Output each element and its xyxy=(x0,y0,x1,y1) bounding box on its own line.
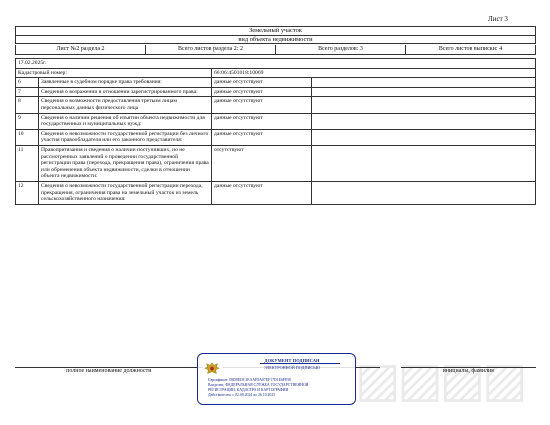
sheet-number: Лист 3 xyxy=(488,15,508,23)
row-label: Сведения о возражении в отношении зареги… xyxy=(38,86,212,98)
total-sheets-extract: Всего листов выписки: 4 xyxy=(405,45,536,55)
row-empty xyxy=(311,144,536,182)
row-value: данные отсутствуют xyxy=(211,77,312,88)
row-label: Сведения о невозможности государственной… xyxy=(38,180,212,205)
table-row: 12 Сведения о невозможности государствен… xyxy=(15,180,536,205)
object-header: Земельный участок вид объекта недвижимос… xyxy=(15,26,536,45)
row-number: 12 xyxy=(15,180,39,205)
object-type-title: Земельный участок xyxy=(15,26,536,36)
row-label: Заявленные в судебном порядке права треб… xyxy=(38,77,212,88)
sheet-section: Лист №2 раздела 2 xyxy=(15,45,146,55)
row-number: 8 xyxy=(15,96,39,114)
position-label: полное наименование должности xyxy=(66,368,152,374)
name-label: инициалы, фамилия xyxy=(442,368,494,374)
position-line xyxy=(15,357,203,368)
row-empty xyxy=(311,112,536,130)
cadastral-label: Кадастровый номер: xyxy=(15,67,212,79)
row-empty xyxy=(311,128,536,146)
row-empty xyxy=(311,180,536,205)
eagle-emblem-icon xyxy=(204,362,220,374)
row-empty xyxy=(311,86,536,98)
row-number: 9 xyxy=(15,112,39,130)
row-value: данные отсутствуют xyxy=(211,128,312,146)
row-number: 11 xyxy=(15,144,39,182)
row-number: 10 xyxy=(15,128,39,146)
row-number: 6 xyxy=(15,77,39,88)
row-label: Правопритязания и сведения о наличии пос… xyxy=(38,144,212,182)
stamp-details: Сертификат: 00D9EDC1EAAE9A07EF17D1E6FE90… xyxy=(208,378,353,398)
row-value: данные отсутствуют xyxy=(211,180,312,205)
table-row: 8 Сведения о возможности предоставления … xyxy=(15,96,536,114)
stamp-validity: Действителен: с 02.08.2024 по 26.10.2025 xyxy=(208,393,276,397)
name-line xyxy=(400,357,536,368)
total-sheets-section: Всего листов раздела 2: 2 xyxy=(145,45,276,55)
cadastral-number: 66:06:4501018:10069 xyxy=(211,67,536,79)
row-empty xyxy=(311,96,536,114)
table-row: 9 Сведения о наличии решения об изъятии … xyxy=(15,112,536,130)
table-row: 6 Заявленные в судебном порядке права тр… xyxy=(15,77,536,88)
row-value: данные отсутствуют xyxy=(211,96,312,114)
table-row: 7 Сведения о возражении в отношении заре… xyxy=(15,86,536,98)
extract-date: 17.02.2025г. xyxy=(15,58,536,69)
total-sections: Всего разделов: 3 xyxy=(275,45,406,55)
table-row: 10 Сведения о невозможности государствен… xyxy=(15,128,536,146)
table-row: 11 Правопритязания и сведения о наличии … xyxy=(15,144,536,182)
row-label: Сведения о невозможности государственной… xyxy=(38,128,212,146)
row-number: 7 xyxy=(15,86,39,98)
row-value: данные отсутствуют xyxy=(211,112,312,130)
object-type-subtitle: вид объекта недвижимости xyxy=(15,34,536,45)
rights-table: 17.02.2025г. Кадастровый номер: 66:06:45… xyxy=(15,58,536,205)
row-label: Сведения о возможности предоставления тр… xyxy=(38,96,212,114)
row-label: Сведения о наличии решения об изъятии об… xyxy=(38,112,212,130)
stamp-subtitle: ЭЛЕКТРОННОЙ ПОДПИСЬЮ xyxy=(263,365,321,370)
row-value: отсутствуют xyxy=(211,144,312,182)
row-value: данные отсутствуют xyxy=(211,86,312,98)
row-empty xyxy=(311,77,536,88)
e-signature-stamp: ДОКУМЕНТ ПОДПИСАН ЭЛЕКТРОННОЙ ПОДПИСЬЮ С… xyxy=(197,353,356,405)
sheet-info-row: Лист №2 раздела 2 Всего листов раздела 2… xyxy=(15,45,536,55)
